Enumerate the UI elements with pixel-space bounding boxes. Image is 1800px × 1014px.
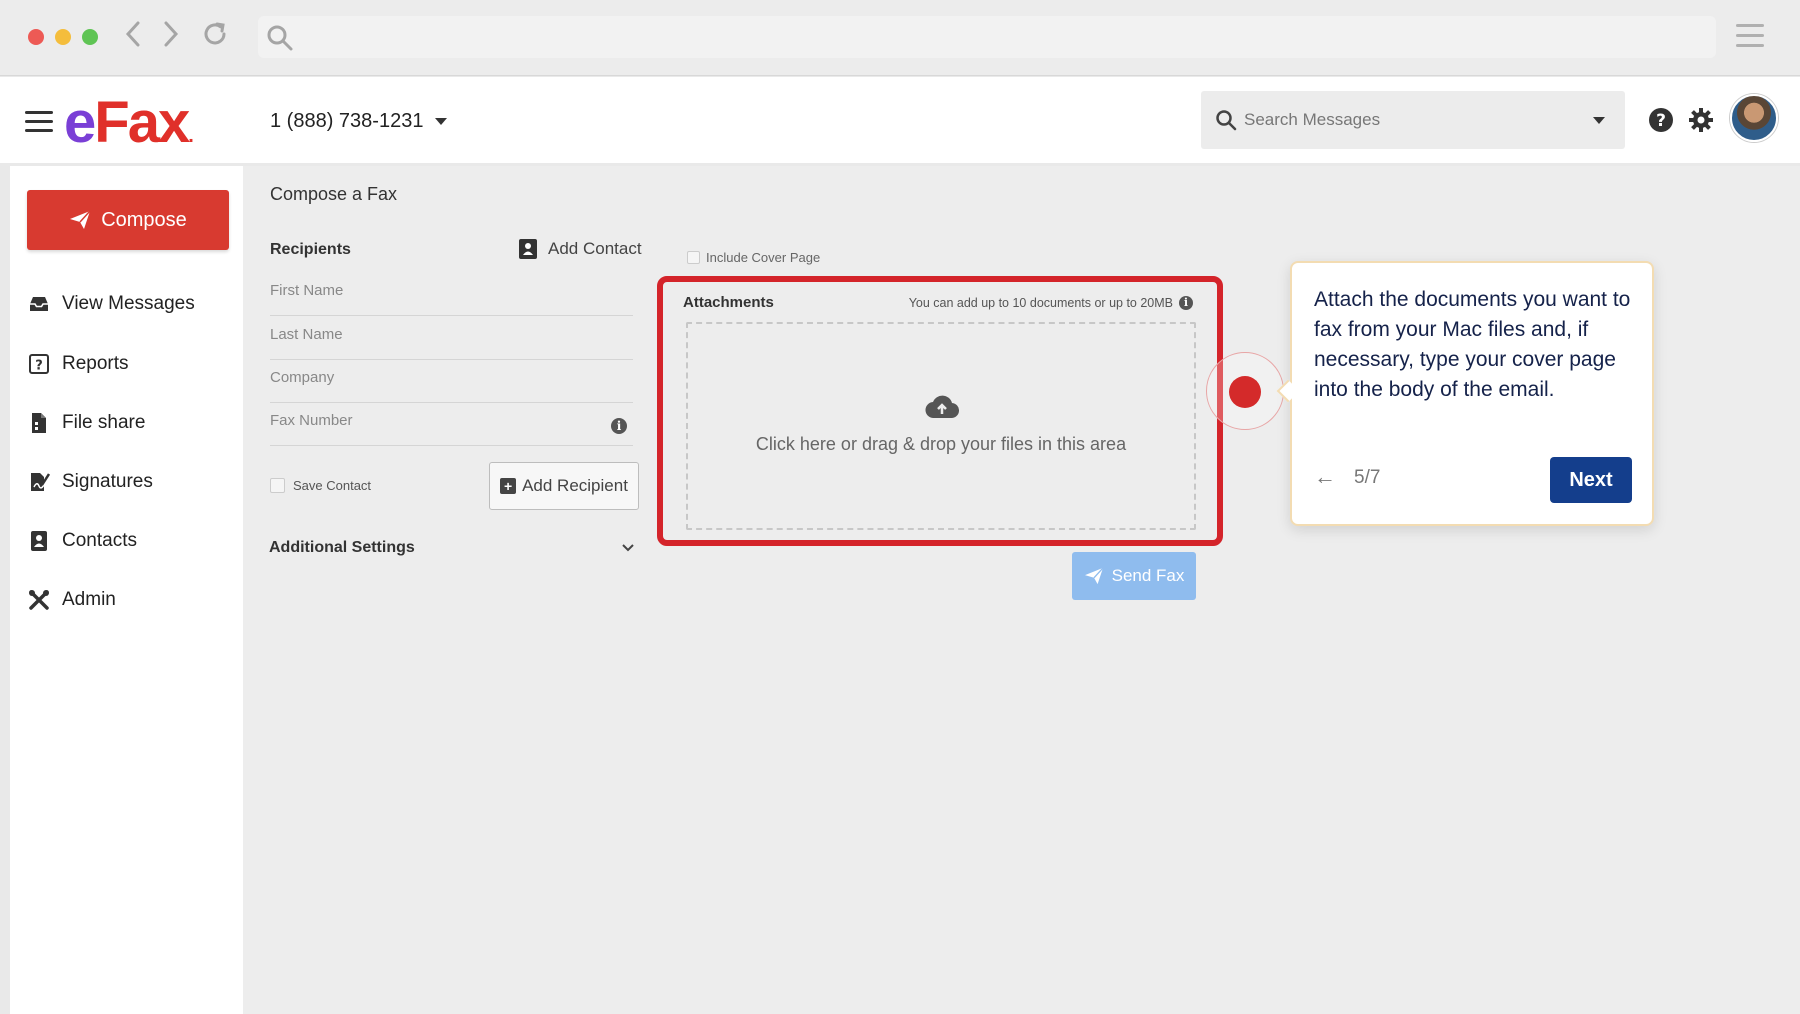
checkbox[interactable] bbox=[687, 251, 700, 264]
file-share-icon bbox=[32, 413, 46, 433]
contacts-icon bbox=[519, 239, 537, 259]
caret-down-icon bbox=[435, 118, 448, 125]
include-cover-label: Include Cover Page bbox=[706, 250, 821, 265]
chevron-down-icon bbox=[622, 544, 634, 552]
attachments-title: Attachments bbox=[683, 294, 774, 311]
window-close-button[interactable] bbox=[28, 29, 44, 45]
search-placeholder: Search Messages bbox=[1244, 110, 1381, 129]
sidebar-item-view-messages[interactable]: View Messages bbox=[28, 286, 195, 322]
compose-label: Compose bbox=[101, 208, 187, 231]
sidebar-item-label: File share bbox=[62, 412, 146, 433]
tour-hotspot[interactable] bbox=[1229, 376, 1261, 408]
address-bar[interactable] bbox=[258, 16, 1716, 58]
search-filter-caret-icon[interactable] bbox=[1593, 117, 1605, 124]
signature-icon bbox=[31, 473, 50, 491]
info-icon[interactable]: i bbox=[1179, 296, 1193, 310]
page-title: Compose a Fax bbox=[270, 184, 398, 204]
tour-step-counter: 5/7 bbox=[1354, 467, 1381, 488]
reload-button[interactable] bbox=[200, 20, 230, 54]
chevron-left-icon bbox=[125, 21, 140, 47]
svg-text:?: ? bbox=[1656, 111, 1666, 131]
sidebar-item-admin[interactable]: Admin bbox=[28, 582, 116, 618]
drop-zone-text: Click here or drag & drop your files in … bbox=[755, 434, 1127, 454]
tour-tooltip: Attach the documents you want to fax fro… bbox=[1290, 261, 1654, 526]
reload-icon bbox=[204, 22, 226, 45]
info-icon[interactable]: i bbox=[611, 418, 627, 434]
search-messages-input[interactable]: Search Messages bbox=[1201, 91, 1625, 149]
sidebar-item-signatures[interactable]: Signatures bbox=[28, 464, 153, 500]
send-fax-label: Send Fax bbox=[1111, 566, 1185, 585]
hamburger-menu-icon[interactable] bbox=[25, 111, 53, 133]
phone-number-dropdown[interactable]: 1 (888) 738-1231 bbox=[270, 110, 448, 133]
app-header: eFax. 1 (888) 738-1231 Search Messages ? bbox=[0, 77, 1800, 163]
search-icon bbox=[1216, 110, 1237, 131]
recipients-label: Recipients bbox=[270, 241, 351, 258]
attachments-limit-text: You can add up to 10 documents or up to … bbox=[908, 296, 1173, 310]
paper-plane-icon bbox=[70, 210, 91, 229]
fax-number-field[interactable]: Fax Number i bbox=[270, 404, 633, 446]
save-contact-checkbox[interactable]: Save Contact bbox=[270, 478, 371, 493]
user-avatar[interactable] bbox=[1730, 94, 1778, 142]
sidebar: Compose View Messages ? Reports File sha… bbox=[10, 166, 243, 1014]
chevron-right-icon bbox=[164, 21, 179, 47]
add-recipient-label: Add Recipient bbox=[522, 476, 628, 495]
cloud-upload-icon bbox=[925, 395, 959, 419]
tour-next-button[interactable]: Next bbox=[1550, 457, 1632, 503]
search-icon bbox=[267, 25, 293, 51]
include-cover-page-checkbox[interactable]: Include Cover Page bbox=[687, 250, 820, 265]
browser-menu-button[interactable] bbox=[1736, 24, 1764, 48]
send-fax-button[interactable]: Send Fax bbox=[1072, 552, 1196, 600]
checkbox[interactable] bbox=[270, 478, 285, 493]
file-drop-zone[interactable]: Click here or drag & drop your files in … bbox=[686, 322, 1196, 530]
additional-settings-toggle[interactable]: Additional Settings bbox=[269, 533, 635, 563]
sidebar-item-file-share[interactable]: File share bbox=[28, 405, 145, 441]
browser-chrome bbox=[0, 0, 1800, 76]
gear-icon[interactable] bbox=[1688, 107, 1714, 133]
paper-plane-icon bbox=[1084, 567, 1104, 585]
sidebar-item-label: View Messages bbox=[62, 293, 195, 314]
inbox-icon bbox=[30, 297, 48, 311]
sidebar-item-reports[interactable]: ? Reports bbox=[28, 346, 129, 382]
sidebar-item-label: Contacts bbox=[62, 530, 137, 551]
forward-button[interactable] bbox=[156, 20, 186, 54]
last-name-field[interactable]: Last Name bbox=[270, 318, 633, 360]
tour-tooltip-text: Attach the documents you want to fax fro… bbox=[1314, 288, 1631, 401]
add-contact-label: Add Contact bbox=[548, 239, 642, 258]
sidebar-item-contacts[interactable]: Contacts bbox=[28, 523, 137, 559]
sidebar-item-label: Admin bbox=[62, 589, 116, 610]
attachments-panel: Attachments You can add up to 10 documen… bbox=[657, 276, 1223, 546]
company-field[interactable]: Company bbox=[270, 361, 633, 403]
additional-settings-label: Additional Settings bbox=[269, 539, 415, 556]
tools-icon bbox=[29, 590, 49, 610]
phone-number: 1 (888) 738-1231 bbox=[270, 110, 424, 132]
plus-icon: + bbox=[500, 478, 517, 494]
help-icon[interactable]: ? bbox=[1648, 107, 1674, 133]
window-minimize-button[interactable] bbox=[55, 29, 71, 45]
efax-logo[interactable]: eFax. bbox=[64, 89, 194, 156]
add-contact-button[interactable]: Add Contact bbox=[518, 238, 642, 260]
sidebar-item-label: Signatures bbox=[62, 471, 153, 492]
contacts-icon bbox=[31, 531, 47, 551]
tour-back-arrow-icon[interactable]: ← bbox=[1314, 464, 1336, 490]
sidebar-item-label: Reports bbox=[62, 353, 129, 374]
reports-icon: ? bbox=[29, 354, 49, 374]
fax-number-placeholder: Fax Number bbox=[270, 412, 353, 429]
svg-text:?: ? bbox=[35, 359, 43, 374]
compose-button[interactable]: Compose bbox=[27, 190, 229, 250]
back-button[interactable] bbox=[118, 20, 148, 54]
attachments-note: You can add up to 10 documents or up to … bbox=[909, 296, 1193, 310]
add-recipient-button[interactable]: + Add Recipient bbox=[489, 462, 639, 510]
window-maximize-button[interactable] bbox=[82, 29, 98, 45]
first-name-field[interactable]: First Name bbox=[270, 274, 633, 316]
save-contact-label: Save Contact bbox=[293, 478, 372, 493]
